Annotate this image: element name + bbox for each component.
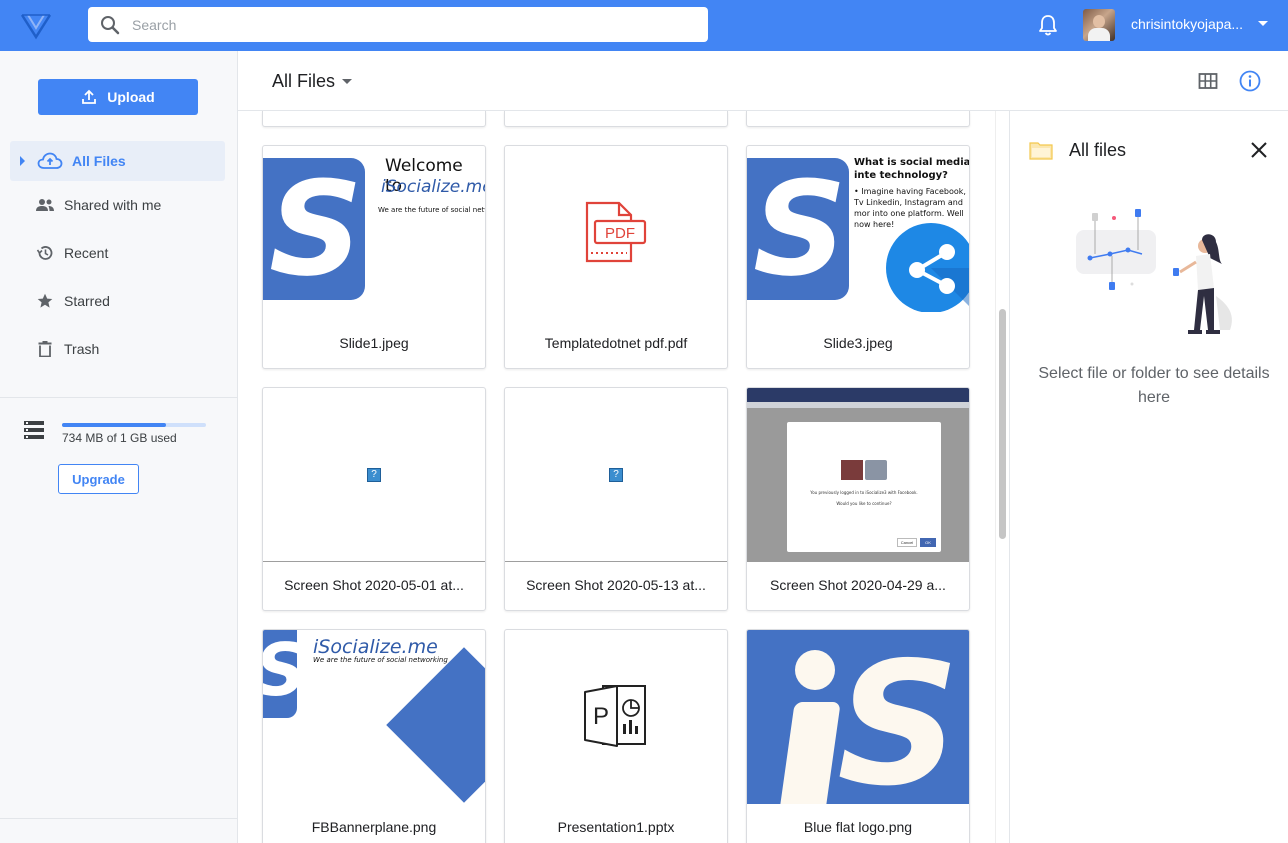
file-name: Slide3.jpeg	[823, 335, 893, 351]
empty-state-illustration	[1076, 209, 1232, 334]
scrollbar[interactable]	[995, 111, 1009, 843]
file-thumbnail: You previously logged in to iSocialize3 …	[747, 388, 969, 562]
sidebar-item-recent[interactable]: Recent	[10, 233, 225, 273]
info-icon[interactable]	[1239, 70, 1261, 92]
storage-icon	[24, 421, 44, 439]
username[interactable]: chrisintokyojapa...	[1131, 16, 1251, 32]
file-thumbnail: S iSocialize.me We are the future of soc…	[263, 630, 485, 804]
file-card[interactable]	[746, 111, 970, 127]
details-title: All files	[1069, 140, 1127, 160]
star-icon	[35, 291, 55, 311]
file-thumbnail: S What is social media inte technology? …	[747, 146, 969, 320]
sidebar: Upload All Files Shared with me Recent S…	[0, 51, 238, 843]
upload-icon	[82, 89, 97, 104]
file-name: Screen Shot 2020-04-29 a...	[770, 577, 946, 593]
svg-text:P: P	[593, 703, 609, 730]
sidebar-divider	[0, 818, 237, 819]
upload-label: Upload	[107, 89, 155, 105]
file-name: Templatedotnet pdf.pdf	[544, 335, 688, 351]
file-thumbnail: ?	[505, 388, 727, 562]
file-card[interactable]: S What is social media inte technology? …	[746, 145, 970, 369]
close-icon[interactable]	[1250, 141, 1268, 159]
main-header: All Files	[238, 51, 1288, 111]
sidebar-item-label: Recent	[64, 245, 109, 261]
pdf-file-icon: PDF	[585, 201, 647, 263]
broken-image-icon: ?	[367, 468, 381, 482]
sidebar-item-label: Shared with me	[64, 197, 162, 213]
file-thumbnail: S	[747, 630, 969, 804]
sidebar-item-all-files[interactable]: All Files	[10, 141, 225, 181]
share-icon	[886, 223, 969, 312]
file-card[interactable]	[504, 111, 728, 127]
sidebar-item-starred[interactable]: Starred	[10, 281, 225, 321]
scrollbar-thumb[interactable]	[999, 309, 1006, 539]
file-card[interactable]: S Blue flat logo.png	[746, 629, 970, 843]
file-card[interactable]: ? Screen Shot 2020-05-13 at...	[504, 387, 728, 611]
powerpoint-file-icon: P	[584, 685, 646, 747]
file-thumbnail: ?	[263, 388, 485, 562]
broken-image-icon: ?	[609, 468, 623, 482]
file-name: Screen Shot 2020-05-13 at...	[526, 577, 706, 593]
file-card[interactable]: ? Screen Shot 2020-05-01 at...	[262, 387, 486, 611]
avatar[interactable]	[1083, 9, 1115, 41]
file-name: Slide1.jpeg	[339, 335, 409, 351]
search-input[interactable]	[132, 16, 692, 33]
storage-text: 734 MB of 1 GB used	[62, 431, 177, 445]
page-title[interactable]: All Files	[272, 71, 335, 92]
storage-progress-fill	[62, 423, 166, 427]
file-card[interactable]: PDF Templatedotnet pdf.pdf	[504, 145, 728, 369]
upgrade-button[interactable]: Upgrade	[58, 464, 139, 494]
sidebar-item-shared-with-me[interactable]: Shared with me	[10, 185, 225, 225]
search-bar	[88, 7, 708, 42]
file-name: Blue flat logo.png	[803, 819, 913, 835]
svg-text:PDF: PDF	[605, 225, 635, 242]
storage-progress-bar	[62, 423, 206, 427]
sidebar-item-label: Trash	[64, 341, 100, 357]
file-card[interactable]: You previously logged in to iSocialize3 …	[746, 387, 970, 611]
file-thumbnail: S Welcome to iSocialize.me We are the fu…	[263, 146, 485, 320]
sidebar-item-label: Starred	[64, 293, 110, 309]
file-thumbnail: P	[505, 630, 727, 804]
notification-bell-icon[interactable]	[1037, 13, 1059, 37]
caret-right-icon	[20, 156, 25, 166]
upload-button[interactable]: Upload	[38, 79, 198, 115]
file-card[interactable]: S iSocialize.me We are the future of soc…	[262, 629, 486, 843]
sidebar-item-trash[interactable]: Trash	[10, 329, 225, 369]
trash-icon	[35, 339, 55, 359]
file-thumbnail: PDF	[505, 146, 727, 320]
cloud-upload-icon	[37, 151, 63, 171]
grid-view-icon[interactable]	[1198, 71, 1218, 91]
sidebar-item-label: All Files	[72, 153, 126, 169]
chevron-down-icon[interactable]	[1258, 21, 1268, 26]
details-panel: All files Select file or folder to see d…	[1009, 111, 1288, 843]
search-icon	[88, 7, 132, 42]
history-icon	[35, 243, 55, 263]
folder-icon	[1029, 142, 1053, 160]
details-hint: Select file or folder to see details her…	[1038, 365, 1270, 406]
file-name: Screen Shot 2020-05-01 at...	[284, 577, 464, 593]
file-card[interactable]: S Welcome to iSocialize.me We are the fu…	[262, 145, 486, 369]
file-card[interactable]: P Presentation1.pptx	[504, 629, 728, 843]
file-name: Presentation1.pptx	[557, 819, 675, 835]
chevron-down-icon[interactable]	[342, 79, 352, 84]
people-icon	[35, 195, 55, 215]
file-card[interactable]	[262, 111, 486, 127]
file-name: FBBannerplane.png	[311, 819, 437, 835]
sidebar-divider	[0, 397, 237, 398]
file-grid: S Welcome to iSocialize.me We are the fu…	[238, 111, 995, 843]
top-bar: chrisintokyojapa...	[0, 0, 1288, 51]
app-logo-icon[interactable]	[20, 12, 52, 40]
